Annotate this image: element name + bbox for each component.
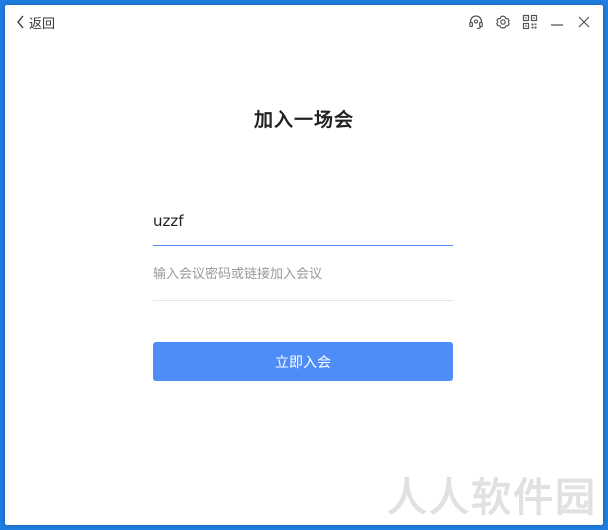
meeting-code-underline <box>153 300 453 301</box>
page-title: 加入一场会 <box>253 109 354 131</box>
headset-icon[interactable] <box>467 13 485 31</box>
settings-icon[interactable] <box>494 13 512 31</box>
chevron-left-icon <box>17 15 24 29</box>
display-name-input[interactable] <box>153 206 453 236</box>
display-name-underline <box>153 245 453 246</box>
join-meeting-window: 返回 加入一场会 uzzf 输入会议密码或链接加入会议 立即入会 人人软件园 <box>5 5 603 525</box>
back-label: 返回 <box>29 16 56 32</box>
title-bar: 返回 <box>5 5 603 41</box>
minimize-icon[interactable] <box>548 13 566 31</box>
back-button[interactable]: 返回 <box>16 12 55 32</box>
title-bar-actions <box>458 13 593 31</box>
meeting-code-input[interactable] <box>153 259 453 289</box>
join-now-button[interactable]: 立即入会 <box>153 342 453 381</box>
close-icon[interactable] <box>575 13 593 31</box>
watermark: 人人软件园 <box>387 475 597 521</box>
qr-code-icon[interactable] <box>521 13 539 31</box>
